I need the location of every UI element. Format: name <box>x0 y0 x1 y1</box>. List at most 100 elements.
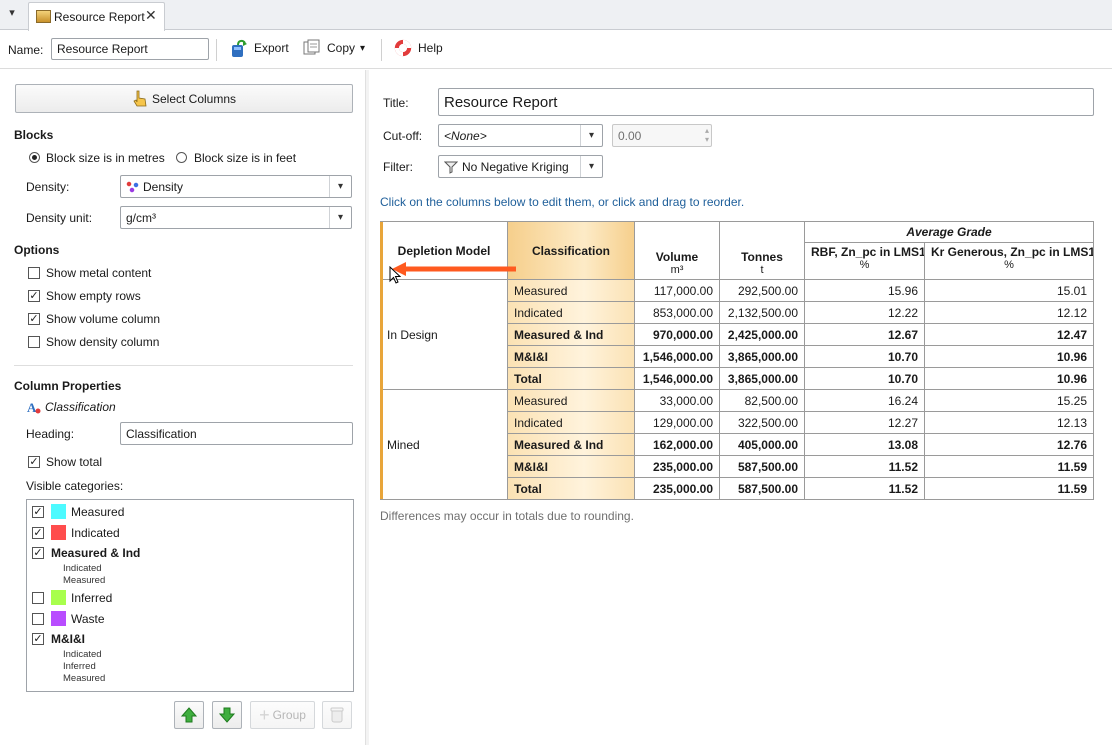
name-label: Name: <box>8 43 44 57</box>
kr-cell: 12.76 <box>923 433 1095 456</box>
average-grade-group[interactable]: Average Grade <box>803 221 1095 243</box>
toolbar-divider <box>216 39 217 61</box>
move-down-button[interactable] <box>212 701 242 729</box>
category-label: M&I&I <box>51 632 85 646</box>
rbf-heading: RBF, Zn_pc in LMS1 <box>811 244 925 259</box>
tonnes-cell: 405,000.00 <box>719 433 805 456</box>
density-label: Density: <box>26 180 70 194</box>
column-volume[interactable]: Volume m³ <box>634 221 720 280</box>
category-sub-label: Indicated <box>63 649 102 660</box>
category-item[interactable]: ✓ Measured <box>32 504 124 519</box>
help-button[interactable]: Help <box>393 38 443 58</box>
category-checkbox[interactable]: ✓ <box>32 505 44 518</box>
column-tonnes[interactable]: Tonnes t <box>719 221 805 280</box>
radio-feet[interactable] <box>176 152 187 163</box>
heading-input[interactable]: Classification <box>120 422 353 445</box>
radio-metres[interactable] <box>29 152 40 163</box>
tonnes-unit: t <box>760 264 764 276</box>
option-label: Show empty rows <box>46 289 141 303</box>
category-label: Inferred <box>71 590 113 605</box>
delete-button[interactable] <box>322 701 352 729</box>
category-item[interactable]: Inferred <box>32 590 112 605</box>
depletion-model-cell: In Design <box>380 279 508 390</box>
lifebuoy-icon <box>394 39 412 57</box>
mouse-cursor-icon <box>389 266 401 284</box>
tonnes-cell: 2,132,500.00 <box>719 301 805 324</box>
report-body: In Design Measured 117,000.00 292,500.00 15.… <box>380 279 1095 500</box>
tab-title: Resource Report <box>54 10 145 24</box>
kr-unit: % <box>1004 258 1014 271</box>
category-item[interactable]: ✓ Indicated <box>32 525 120 540</box>
density-unit-select[interactable]: g/cm³ ▾ <box>120 206 352 229</box>
category-color-swatch <box>51 611 66 626</box>
category-checkbox[interactable] <box>32 591 44 604</box>
group-label: Group <box>272 708 306 722</box>
classification-cell: Measured <box>507 279 635 302</box>
drag-arrow-icon <box>392 262 516 276</box>
hint-text: Click on the columns below to edit them,… <box>380 195 745 209</box>
option-checkbox-2[interactable]: ✓ <box>28 313 40 325</box>
funnel-icon <box>444 161 458 174</box>
classification-cell: Total <box>507 477 635 500</box>
classification-icon: A <box>27 400 41 415</box>
column-rbf[interactable]: RBF, Zn_pc in LMS1% <box>804 241 925 281</box>
show-total-checkbox[interactable]: ✓ <box>28 456 40 468</box>
spinner-icon: ▴ ▾ <box>704 126 709 144</box>
kr-cell: 15.25 <box>923 389 1095 412</box>
visible-categories-list[interactable]: ✓ Measured ✓ Indicated ✓ Measured & Ind Indica… <box>26 499 354 692</box>
report-icon <box>36 10 51 23</box>
option-checkbox-1[interactable]: ✓ <box>28 290 40 302</box>
tonnes-cell: 82,500.00 <box>719 389 805 412</box>
depletion-model-cell: Mined <box>380 389 508 500</box>
column-classification[interactable]: Classification <box>507 221 635 280</box>
volume-heading: Volume <box>655 250 699 264</box>
category-item[interactable]: ✓ Measured & Ind <box>32 546 140 560</box>
category-item[interactable]: Waste <box>32 611 105 626</box>
category-checkbox[interactable]: ✓ <box>32 547 44 559</box>
chevron-down-icon: ▾ <box>360 42 366 54</box>
chevron-down-icon[interactable]: ▾ <box>4 6 20 22</box>
move-up-button[interactable] <box>174 701 204 729</box>
options-heading: Options <box>14 243 60 257</box>
category-item[interactable]: ✓ M&I&I <box>32 632 85 646</box>
classification-cell: Indicated <box>507 411 635 434</box>
cutoff-select[interactable]: <None> ▾ <box>438 124 603 147</box>
table-row: Mined Measured 33,000.00 82,500.00 16.24 15.2… <box>380 389 1095 500</box>
title-input[interactable]: Resource Report <box>438 88 1094 116</box>
tab-resource-report[interactable]: Resource Report ✕ <box>28 2 165 31</box>
cutoff-number-input: 0.00 ▴ ▾ <box>612 124 712 147</box>
name-input[interactable]: Resource Report <box>51 38 209 60</box>
filter-select[interactable]: No Negative Kriging ▾ <box>438 155 603 178</box>
option-checkbox-3[interactable] <box>28 336 40 348</box>
copy-button[interactable]: Copy ▾ <box>302 38 365 58</box>
category-label: Measured & Ind <box>51 546 141 560</box>
tonnes-heading: Tonnes <box>741 250 783 264</box>
kr-cell: 11.59 <box>923 455 1095 478</box>
cutoff-value: <None> <box>444 128 487 143</box>
classification-cell: Total <box>507 367 635 390</box>
column-kr-generous[interactable]: Kr Generous, Zn_pc in LMS1% <box>923 241 1095 281</box>
category-checkbox[interactable]: ✓ <box>32 633 44 645</box>
select-columns-button[interactable]: Select Columns <box>15 84 353 113</box>
category-checkbox[interactable]: ✓ <box>32 526 44 539</box>
classification-cell: Indicated <box>507 301 635 324</box>
export-button[interactable]: Export <box>229 38 289 58</box>
tonnes-cell: 2,425,000.00 <box>719 323 805 346</box>
rbf-cell: 10.70 <box>804 367 925 390</box>
density-select[interactable]: Density ▾ <box>120 175 352 198</box>
density-unit-label: Density unit: <box>26 211 93 225</box>
group-button[interactable]: + Group <box>250 701 315 729</box>
rbf-cell: 15.96 <box>804 279 925 302</box>
volume-cell: 117,000.00 <box>634 279 720 302</box>
category-checkbox[interactable] <box>32 612 44 625</box>
option-checkbox-0[interactable] <box>28 267 40 279</box>
category-color-swatch <box>51 504 66 519</box>
option-label: Show metal content <box>46 266 152 280</box>
close-icon[interactable]: ✕ <box>145 7 157 24</box>
tonnes-cell: 322,500.00 <box>719 411 805 434</box>
classification-cell: M&I&I <box>507 455 635 478</box>
rbf-cell: 12.27 <box>804 411 925 434</box>
filter-label: Filter: <box>383 160 413 174</box>
export-icon <box>232 39 247 57</box>
volume-cell: 33,000.00 <box>634 389 720 412</box>
